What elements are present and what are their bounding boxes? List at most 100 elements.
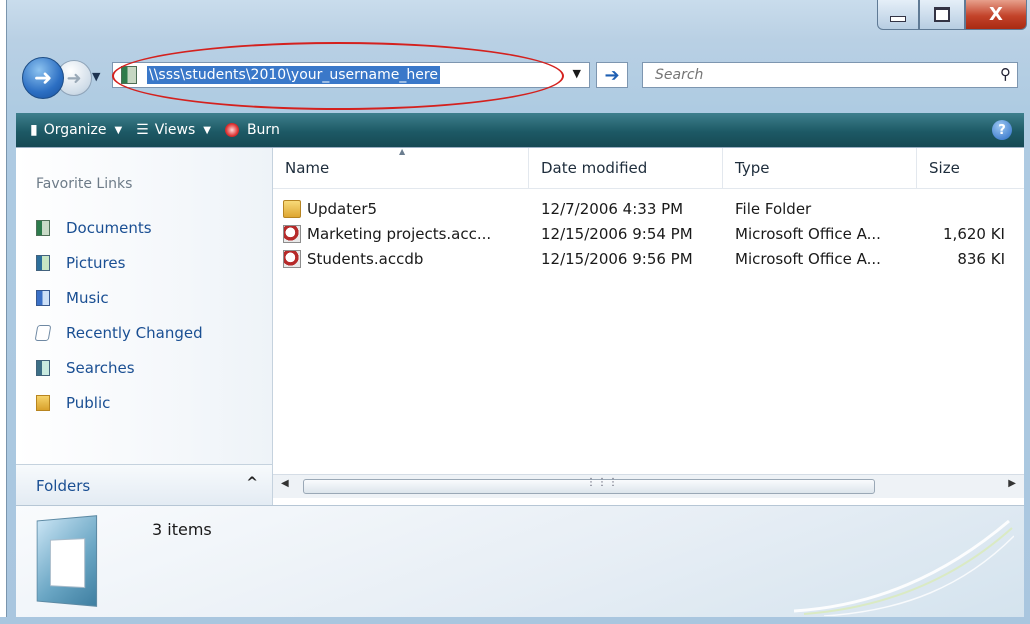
- file-name-cell: Students.accdb: [273, 249, 529, 268]
- history-dropdown-icon[interactable]: ▼: [92, 70, 100, 83]
- column-header-name[interactable]: ▲ Name: [273, 148, 529, 188]
- sidebar-item-pictures[interactable]: Pictures: [36, 245, 203, 280]
- pictures-icon: [36, 254, 50, 271]
- column-header-date-modified[interactable]: Date modified: [529, 148, 723, 188]
- burn-button[interactable]: Burn: [224, 122, 280, 138]
- column-header-label: Date modified: [541, 159, 648, 177]
- scroll-left-icon[interactable]: ◀: [281, 478, 289, 489]
- file-date: 12/15/2006 9:54 PM: [541, 224, 693, 243]
- file-name: Marketing projects.acc...: [307, 224, 492, 243]
- file-name-cell: Updater5: [273, 199, 529, 218]
- sidebar-item-label: Pictures: [66, 253, 126, 272]
- address-bar[interactable]: \\sss\students\2010\your_username_here ▼: [112, 62, 590, 88]
- views-label: Views: [154, 122, 196, 138]
- scrollbar-thumb[interactable]: ⋮⋮⋮: [303, 477, 875, 494]
- folder-preview-icon: [36, 515, 98, 607]
- go-arrow-icon: ➔: [604, 64, 620, 86]
- folders-toggle-bar[interactable]: Folders ^: [16, 464, 272, 506]
- help-icon: ?: [998, 122, 1006, 138]
- column-header-type[interactable]: Type: [723, 148, 917, 188]
- organize-icon: ▮: [30, 122, 38, 138]
- column-header-label: Type: [735, 159, 770, 177]
- chevron-up-icon[interactable]: ^: [246, 475, 258, 491]
- minimize-icon: [890, 15, 906, 22]
- horizontal-scrollbar[interactable]: ◀ ⋮⋮⋮ ▶: [273, 474, 1024, 498]
- address-path[interactable]: \\sss\students\2010\your_username_here: [147, 66, 440, 84]
- sidebar-item-documents[interactable]: Documents: [36, 210, 203, 245]
- item-count: 3 items: [152, 520, 212, 539]
- views-icon: ☰: [136, 122, 149, 138]
- file-type: Microsoft Office A...: [735, 249, 881, 268]
- go-button[interactable]: ➔: [596, 62, 628, 88]
- file-name: Students.accdb: [307, 249, 424, 268]
- recently-changed-icon: [34, 324, 52, 341]
- address-dropdown-icon[interactable]: ▼: [573, 67, 581, 80]
- folder-icon: [283, 199, 301, 218]
- navigation-pane: Favorite Links Documents Pictures Music …: [16, 148, 273, 506]
- organize-label: Organize: [43, 122, 107, 138]
- burn-label: Burn: [246, 122, 280, 138]
- searches-icon: [36, 359, 50, 376]
- column-header-label: Size: [929, 159, 960, 177]
- command-toolbar: ▮ Organize ▼ ☰ Views ▼ Burn ?: [16, 113, 1024, 147]
- sidebar-item-public[interactable]: Public: [36, 385, 203, 420]
- column-header-size[interactable]: Size: [917, 148, 1024, 188]
- folders-label: Folders: [36, 476, 91, 495]
- content-area: Favorite Links Documents Pictures Music …: [16, 147, 1024, 506]
- music-icon: [36, 289, 50, 306]
- back-button[interactable]: ➜: [22, 57, 64, 99]
- maximize-icon: [934, 7, 950, 22]
- sidebar-item-label: Music: [66, 288, 109, 307]
- file-type: File Folder: [735, 199, 812, 218]
- sidebar-item-label: Public: [66, 393, 111, 412]
- column-header-label: Name: [285, 159, 330, 177]
- organize-dropdown-icon: ▼: [114, 124, 123, 136]
- file-name-cell: Marketing projects.acc...: [273, 224, 529, 243]
- file-row[interactable]: Students.accdb 12/15/2006 9:56 PM Micros…: [273, 246, 1005, 271]
- network-folder-icon: [121, 66, 137, 84]
- sidebar-item-recently-changed[interactable]: Recently Changed: [34, 315, 203, 350]
- back-arrow-icon: ➜: [33, 65, 53, 91]
- help-button[interactable]: ?: [992, 120, 1012, 140]
- search-box[interactable]: ⚲: [642, 62, 1018, 88]
- file-list-pane: ▲ Name Date modified Type Size Updater5 …: [273, 148, 1024, 506]
- forward-arrow-icon: ➜: [66, 67, 82, 89]
- scroll-grip-icon: ⋮⋮⋮: [586, 477, 619, 488]
- sort-ascending-icon: ▲: [399, 148, 406, 156]
- window-bottom-edge: [0, 617, 1024, 624]
- maximize-button[interactable]: [919, 0, 965, 30]
- favorite-links-list: Documents Pictures Music Recently Change…: [34, 210, 203, 420]
- file-row[interactable]: Updater5 12/7/2006 4:33 PM File Folder: [273, 196, 1005, 221]
- sidebar-item-label: Recently Changed: [66, 323, 203, 342]
- documents-icon: [36, 219, 50, 236]
- file-rows: Updater5 12/7/2006 4:33 PM File Folder M…: [273, 196, 1005, 271]
- search-input[interactable]: [653, 66, 977, 84]
- sidebar-item-label: Documents: [66, 218, 152, 237]
- access-database-icon: [283, 249, 301, 268]
- document-sheet-icon: [49, 538, 86, 589]
- favorite-links-title: Favorite Links: [36, 176, 133, 192]
- decorative-swoosh-icon: [794, 519, 1014, 616]
- organize-button[interactable]: ▮ Organize ▼: [30, 122, 122, 138]
- minimize-button[interactable]: [877, 0, 919, 30]
- file-type: Microsoft Office A...: [735, 224, 881, 243]
- sidebar-item-searches[interactable]: Searches: [36, 350, 203, 385]
- public-folder-icon: [36, 394, 50, 411]
- views-button[interactable]: ☰ Views ▼: [136, 122, 211, 138]
- file-name: Updater5: [307, 199, 378, 218]
- file-date: 12/7/2006 4:33 PM: [541, 199, 684, 218]
- caption-buttons: X: [877, 0, 1027, 32]
- scroll-right-icon[interactable]: ▶: [1008, 478, 1016, 489]
- file-size: 1,620 KI: [943, 224, 1005, 243]
- sidebar-item-music[interactable]: Music: [36, 280, 203, 315]
- file-date: 12/15/2006 9:56 PM: [541, 249, 693, 268]
- search-icon[interactable]: ⚲: [1000, 65, 1011, 83]
- close-button[interactable]: X: [965, 0, 1027, 30]
- sidebar-item-label: Searches: [66, 358, 135, 377]
- file-size: 836 KI: [957, 249, 1005, 268]
- file-row[interactable]: Marketing projects.acc... 12/15/2006 9:5…: [273, 221, 1005, 246]
- access-database-icon: [283, 224, 301, 243]
- details-pane: 3 items: [16, 505, 1024, 618]
- burn-disc-icon: [224, 123, 239, 137]
- column-header-row: ▲ Name Date modified Type Size: [273, 148, 1024, 189]
